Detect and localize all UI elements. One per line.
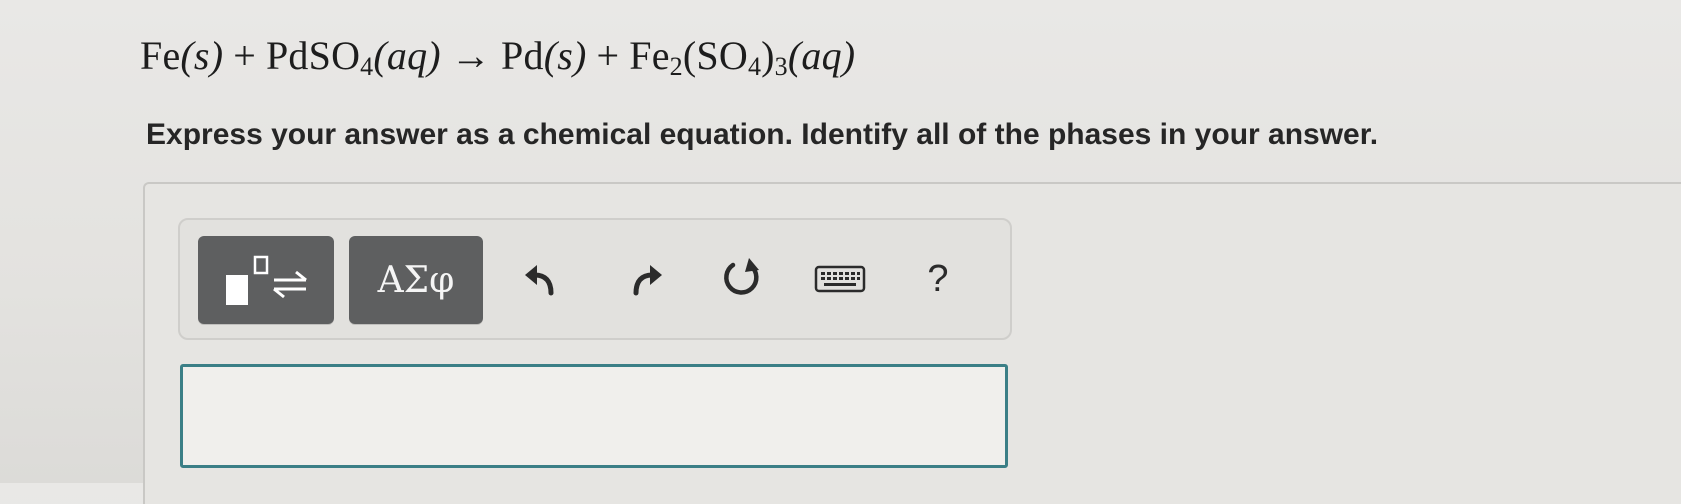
keyboard-button[interactable]: [808, 246, 872, 312]
greek-symbols-label: ΑΣφ: [377, 259, 455, 301]
reset-button[interactable]: [710, 246, 774, 312]
eq-subscript-3: 3: [774, 52, 788, 81]
eq-subscript-2: 2: [669, 52, 683, 81]
eq-fe-2: Fe: [629, 33, 670, 78]
undo-icon: [525, 265, 554, 296]
eq-plus: +: [233, 33, 256, 78]
eq-phase-s: (s): [180, 33, 224, 78]
templates-equilibrium-icon: [226, 255, 307, 305]
eq-subscript: 4: [360, 52, 374, 81]
redo-button[interactable]: [612, 246, 676, 312]
help-label: ?: [927, 257, 949, 300]
eq-close-paren: ): [761, 33, 775, 78]
instruction-text: Express your answer as a chemical equati…: [146, 118, 1379, 151]
templates-button[interactable]: [198, 236, 334, 324]
eq-so4: (SO: [682, 33, 748, 78]
eq-plus-2: +: [596, 33, 620, 78]
help-button[interactable]: ?: [906, 246, 970, 312]
eq-phase-aq-2: (aq): [787, 33, 856, 78]
eq-arrow: →: [450, 33, 492, 78]
eq-subscript-4: 4: [747, 52, 762, 81]
eq-fe: Fe: [140, 33, 181, 78]
eq-pdso: PdSO: [265, 33, 361, 78]
greek-symbols-button[interactable]: ΑΣφ: [349, 236, 483, 324]
undo-button[interactable]: [511, 246, 575, 312]
reset-icon: [724, 258, 759, 295]
answer-input[interactable]: [180, 364, 1008, 468]
keyboard-icon: [814, 265, 866, 293]
eq-pd: Pd: [501, 33, 544, 78]
redo-icon: [633, 265, 662, 296]
eq-phase-s-2: (s): [543, 33, 587, 78]
chemical-equation: Fe(s) + PdSO4(aq) → Pd(s) + Fe2(SO4)3(aq): [140, 32, 856, 81]
eq-phase-aq: (aq): [373, 33, 441, 78]
